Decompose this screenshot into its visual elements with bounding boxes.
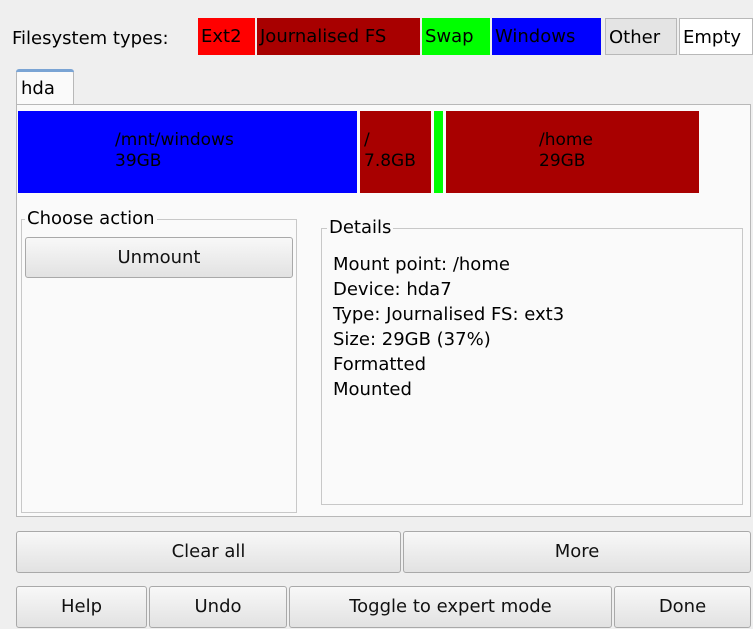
partition-windows[interactable]: /mnt/windows 39GB [18,111,357,193]
details-mount-point: Mount point: /home [333,254,510,275]
partition-mount: / [364,130,370,150]
unmount-button[interactable]: Unmount [25,237,293,278]
help-button[interactable]: Help [16,586,147,628]
details-device: Device: hda7 [333,279,452,300]
legend-ext2: Ext2 [198,18,255,55]
undo-button[interactable]: Undo [149,586,287,628]
partition-size: 39GB [115,151,162,171]
details-formatted: Formatted [333,354,426,375]
legend-other: Other [605,18,677,55]
done-button[interactable]: Done [614,586,751,628]
legend-empty: Empty [679,18,753,55]
legend-swap: Swap [422,18,490,55]
partition-size: 29GB [539,151,586,171]
choose-action-title: Choose action [25,208,157,229]
partition-mount: /home [539,130,593,150]
legend-journalised-fs: Journalised FS [257,18,420,55]
more-button[interactable]: More [403,531,751,573]
partition-mount: /mnt/windows [115,130,234,150]
details-size: Size: 29GB (37%) [333,329,491,350]
legend-windows: Windows [492,18,601,55]
details-text: Mount point: /home Device: hda7 Type: Jo… [333,252,564,402]
partition-size: 7.8GB [364,151,416,171]
partition-swap[interactable] [434,111,443,193]
clear-all-button[interactable]: Clear all [16,531,401,573]
tab-hda[interactable]: hda [16,69,74,104]
details-type: Type: Journalised FS: ext3 [333,304,565,325]
partition-root[interactable]: / 7.8GB [360,111,431,193]
toggle-expert-mode-button[interactable]: Toggle to expert mode [289,586,612,628]
details-title: Details [327,217,394,238]
details-mounted: Mounted [333,379,412,400]
filesystem-types-label: Filesystem types: [12,28,169,49]
partition-home[interactable]: /home 29GB [446,111,699,193]
